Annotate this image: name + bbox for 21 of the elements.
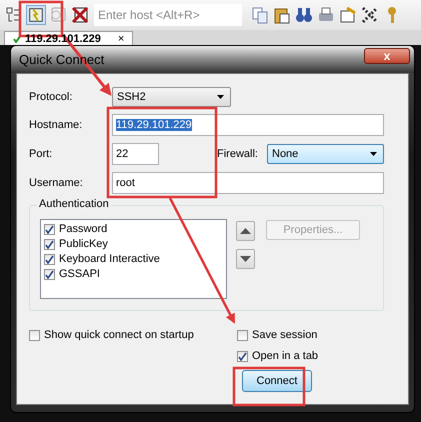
method-label[interactable]: GSSAPI: [59, 268, 100, 280]
protocol-label: Protocol:: [29, 91, 74, 103]
protocol-dropdown[interactable]: SSH2: [112, 87, 231, 107]
firewall-dropdown[interactable]: None: [267, 144, 384, 164]
group-title: Authentication: [37, 198, 111, 210]
method-label[interactable]: PublicKey: [59, 238, 108, 250]
port-field[interactable]: 22: [112, 143, 159, 165]
port-label: Port:: [29, 148, 54, 160]
method-label[interactable]: Keyboard Interactive: [59, 253, 160, 265]
username-field[interactable]: root: [112, 172, 384, 194]
close-tab-button[interactable]: ×: [118, 32, 124, 44]
option-label[interactable]: Show quick connect on startup: [44, 329, 194, 341]
username-label: Username:: [29, 177, 84, 189]
hostname-label: Hostname:: [29, 119, 84, 131]
hostname-field[interactable]: 119.29.101.229: [112, 114, 384, 136]
firewall-label: Firewall:: [217, 148, 259, 160]
method-label[interactable]: Password: [59, 223, 108, 235]
option-label[interactable]: Open in a tab: [252, 350, 318, 362]
host-field[interactable]: Enter host <Alt+R>: [94, 4, 242, 26]
option-label[interactable]: Save session: [252, 329, 318, 341]
connect-button[interactable]: Connect: [242, 370, 312, 392]
